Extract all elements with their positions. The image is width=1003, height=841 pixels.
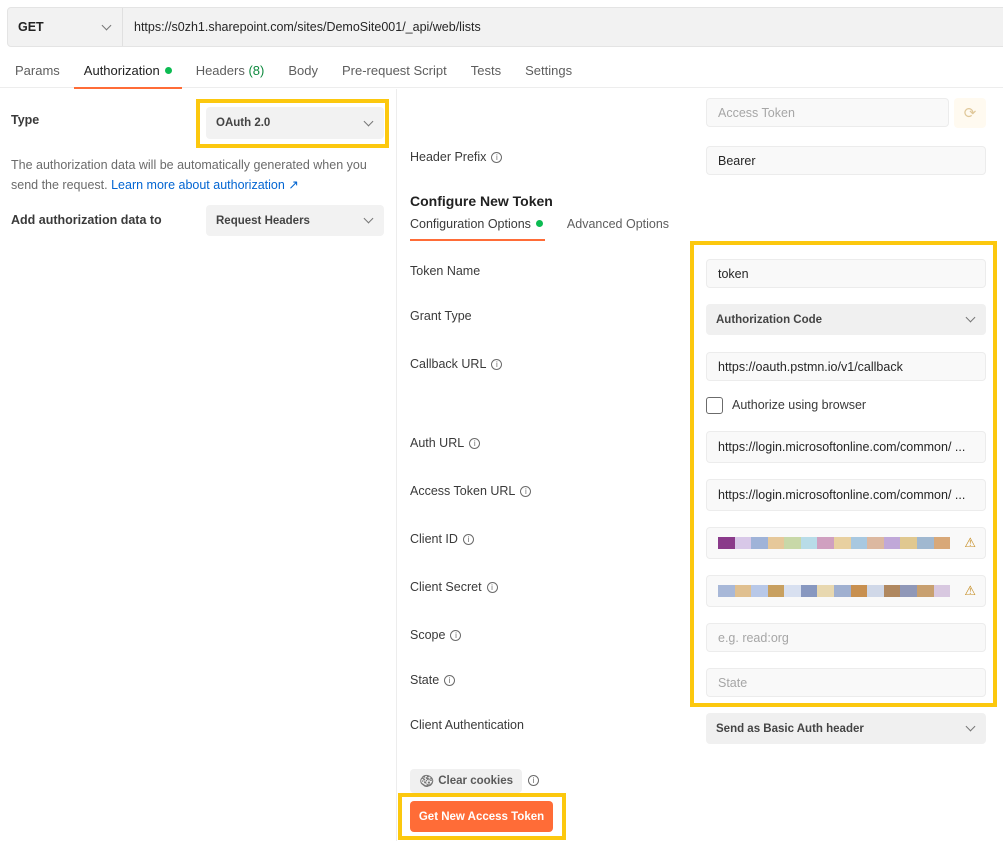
label-text: Header Prefix xyxy=(410,150,487,164)
grant-type-select[interactable]: Authorization Code xyxy=(706,304,986,335)
warning-icon: ⚠ xyxy=(964,583,976,598)
url-input[interactable]: https://s0zh1.sharepoint.com/sites/DemoS… xyxy=(123,20,481,34)
tab-label: Settings xyxy=(525,63,573,78)
subtab-configuration-options[interactable]: Configuration Options xyxy=(410,217,545,241)
get-new-access-token-button[interactable]: Get New Access Token xyxy=(410,801,553,832)
configure-token-heading: Configure New Token xyxy=(410,193,553,209)
callback-url-input[interactable]: https://oauth.pstmn.io/v1/callback xyxy=(706,352,986,381)
redacted-value xyxy=(718,537,951,549)
request-tabs: Params Authorization Headers (8) Body Pr… xyxy=(0,56,1003,89)
subtab-label: Configuration Options xyxy=(410,217,531,231)
sync-token-icon[interactable]: ⟳ xyxy=(954,98,986,128)
client-secret-label: Client Secret i xyxy=(410,580,498,594)
info-icon[interactable]: i xyxy=(491,358,503,370)
cookie-icon: 🍪︎ xyxy=(419,774,435,788)
access-token-url-input[interactable]: https://login.microsoftonline.com/common… xyxy=(706,479,986,511)
authorize-browser-checkbox[interactable] xyxy=(706,397,723,414)
oauth-config-panel: Access Token ⟳ Header Prefix i Bearer Con… xyxy=(398,89,1003,841)
config-subtabs: Configuration Options Advanced Options xyxy=(410,217,693,241)
status-dot-icon xyxy=(164,67,172,74)
auth-url-label: Auth URL i xyxy=(410,436,481,450)
method-label: GET xyxy=(18,20,44,34)
client-id-label: Client ID i xyxy=(410,532,474,546)
add-to-label: Add authorization data to xyxy=(11,213,162,227)
client-auth-value: Send as Basic Auth header xyxy=(716,722,864,735)
add-to-select[interactable]: Request Headers xyxy=(206,205,384,236)
tab-label: Params xyxy=(15,63,60,78)
grant-type-value: Authorization Code xyxy=(716,313,823,326)
info-icon[interactable]: i xyxy=(491,151,503,163)
auth-description: The authorization data will be automatic… xyxy=(11,155,391,195)
redacted-value xyxy=(718,585,951,597)
token-name-label: Token Name xyxy=(410,264,480,278)
tab-label: Headers xyxy=(195,63,245,78)
label-text: Scope xyxy=(410,628,446,642)
label-text: Token Name xyxy=(410,264,481,278)
header-prefix-label: Header Prefix i xyxy=(410,150,503,164)
auth-type-select[interactable]: OAuth 2.0 xyxy=(206,107,384,139)
access-token-url-label: Access Token URL i xyxy=(410,484,532,498)
label-text: Client Authentication xyxy=(410,718,524,732)
info-icon[interactable]: i xyxy=(462,533,474,545)
info-icon[interactable]: i xyxy=(520,485,532,497)
method-select[interactable]: GET xyxy=(8,8,123,46)
chevron-down-icon xyxy=(363,213,374,224)
info-icon[interactable]: i xyxy=(444,674,456,686)
tab-label: Authorization xyxy=(83,63,160,78)
info-icon[interactable]: i xyxy=(469,437,481,449)
learn-more-link[interactable]: Learn more about authorization ↗ xyxy=(111,178,299,192)
label-text: Callback URL xyxy=(410,357,487,371)
state-input[interactable]: State xyxy=(706,668,986,697)
label-text: Access Token URL xyxy=(410,484,516,498)
tab-pre-request-script[interactable]: Pre-request Script xyxy=(330,56,459,88)
state-label: State i xyxy=(410,673,456,687)
tab-label: Body xyxy=(288,63,318,78)
token-name-input[interactable]: token xyxy=(706,259,986,288)
chevron-down-icon xyxy=(965,312,976,323)
client-auth-label: Client Authentication xyxy=(410,718,524,732)
label-text: Auth URL xyxy=(410,436,465,450)
label-text: Grant Type xyxy=(410,309,472,323)
auth-url-input[interactable]: https://login.microsoftonline.com/common… xyxy=(706,431,986,463)
info-icon[interactable]: i xyxy=(528,775,539,786)
tab-body[interactable]: Body xyxy=(276,56,330,88)
callback-url-label: Callback URL i xyxy=(410,357,503,371)
scope-label: Scope i xyxy=(410,628,462,642)
client-secret-input[interactable]: ⚠ xyxy=(706,575,986,607)
tab-authorization[interactable]: Authorization xyxy=(72,56,184,89)
auth-type-panel: Type OAuth 2.0 The authorization data wi… xyxy=(0,89,397,841)
type-label: Type xyxy=(11,113,40,127)
button-label: Clear cookies xyxy=(438,775,514,787)
client-auth-select[interactable]: Send as Basic Auth header xyxy=(706,713,986,744)
tab-tests[interactable]: Tests xyxy=(459,56,513,88)
headers-count: (8) xyxy=(248,63,265,78)
label-text: Client Secret xyxy=(410,580,482,594)
status-dot-icon xyxy=(535,220,543,227)
add-to-value: Request Headers xyxy=(216,214,310,227)
info-icon[interactable]: i xyxy=(486,581,498,593)
scope-input[interactable]: e.g. read:org xyxy=(706,623,986,652)
subtab-label: Advanced Options xyxy=(566,217,670,231)
info-icon[interactable]: i xyxy=(450,629,462,641)
tab-label: Pre-request Script xyxy=(341,63,447,78)
subtab-advanced-options[interactable]: Advanced Options xyxy=(567,217,669,241)
auth-type-value: OAuth 2.0 xyxy=(216,117,271,129)
chevron-down-icon xyxy=(363,116,374,126)
client-id-input[interactable]: ⚠ xyxy=(706,527,986,559)
access-token-input[interactable]: Access Token xyxy=(706,98,949,127)
chevron-down-icon xyxy=(965,721,976,732)
tab-headers[interactable]: Headers (8) xyxy=(184,56,277,88)
tab-settings[interactable]: Settings xyxy=(513,56,584,88)
tab-label: Tests xyxy=(470,63,502,78)
label-text: Client ID xyxy=(410,532,458,546)
request-url-bar: GET https://s0zh1.sharepoint.com/sites/D… xyxy=(7,7,1003,47)
tab-params[interactable]: Params xyxy=(0,56,72,88)
grant-type-label: Grant Type xyxy=(410,309,472,323)
chevron-down-icon xyxy=(101,20,112,30)
header-prefix-input[interactable]: Bearer xyxy=(706,146,986,175)
authorize-browser-label: Authorize using browser xyxy=(732,398,867,412)
clear-cookies-button[interactable]: 🍪︎ Clear cookies xyxy=(410,769,523,793)
warning-icon: ⚠ xyxy=(964,535,976,550)
label-text: State xyxy=(410,673,440,687)
